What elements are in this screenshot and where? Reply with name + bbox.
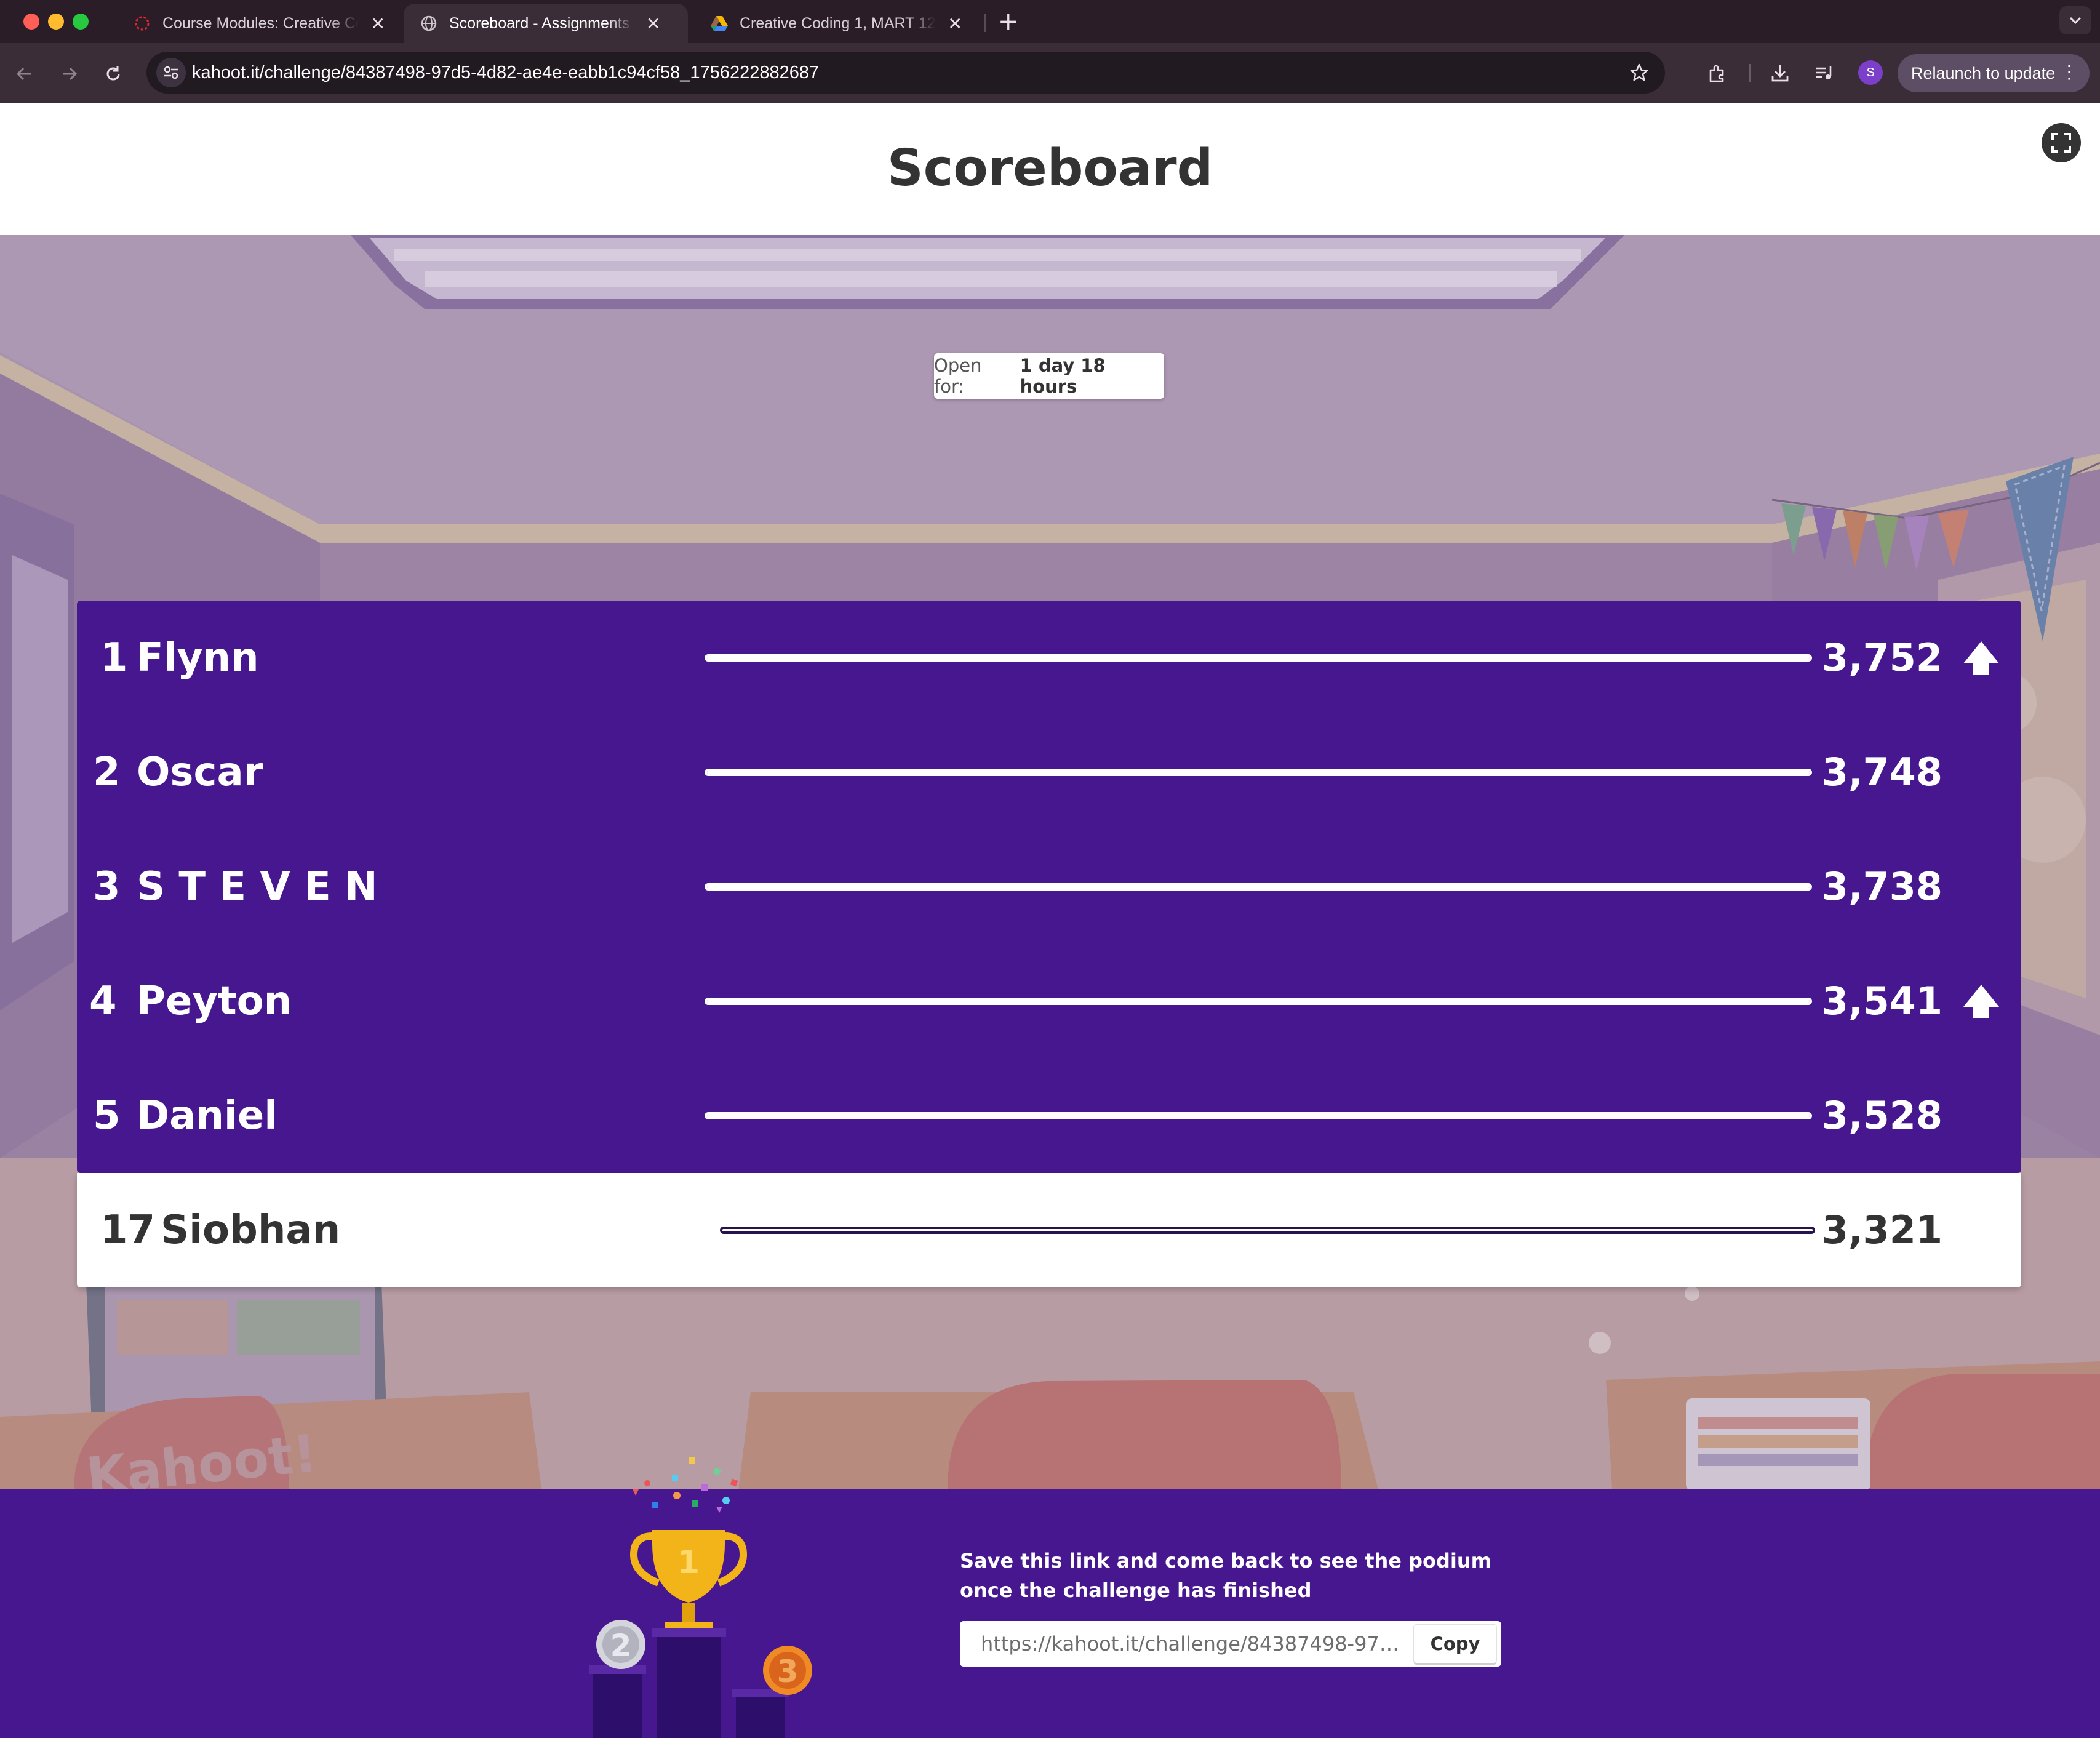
score-bar	[705, 654, 1812, 662]
rank-number: 17	[100, 1207, 156, 1253]
arrow-left-icon	[16, 67, 31, 81]
page-header: Scoreboard	[0, 103, 2100, 235]
score-bar	[720, 1227, 1815, 1234]
share-link-box: Copy	[960, 1621, 1501, 1667]
forward-button[interactable]	[55, 60, 82, 87]
player-score: 3,528	[1821, 1093, 1942, 1138]
arrow-up-icon	[1963, 641, 1999, 675]
close-tab-icon[interactable]: ✕	[948, 14, 962, 34]
reload-button[interactable]	[100, 60, 127, 87]
arrow-right-icon	[63, 67, 78, 81]
toolbar-separator	[1749, 64, 1751, 82]
close-tab-icon[interactable]: ✕	[646, 14, 660, 34]
current-player-row: 17 Siobhan 3,321	[77, 1173, 2021, 1287]
reload-icon	[106, 66, 120, 81]
more-vert-icon[interactable]: ⋮	[2060, 62, 2078, 83]
rank-number: 5	[93, 1093, 121, 1139]
save-link-message: Save this link and come back to see the …	[960, 1549, 1491, 1602]
canvas-logo-icon	[133, 14, 151, 33]
score-bar	[705, 1112, 1812, 1119]
scoreboard-row: 2 Oscar 3,748	[77, 715, 2021, 830]
score-bar	[705, 883, 1812, 891]
tab-course-modules[interactable]: Course Modules: Creative Coding ✕	[117, 4, 401, 43]
google-drive-icon	[710, 14, 729, 33]
rank-number: 4	[89, 979, 117, 1024]
site-settings-icon[interactable]	[156, 58, 186, 87]
podium-label-1: 1	[677, 1544, 700, 1581]
extensions-icon[interactable]	[1702, 58, 1733, 89]
scoreboard-row: 5 Daniel 3,528	[77, 1059, 2021, 1173]
tab-creative-coding[interactable]: Creative Coding 1, MART 120 ✕	[694, 4, 978, 43]
tab-title: Scoreboard - Assignments - Kahoot!	[449, 14, 634, 32]
podium-label-3: 3	[777, 1654, 799, 1689]
tab-separator	[984, 14, 986, 32]
download-icon[interactable]	[1765, 58, 1795, 89]
close-window-button[interactable]	[23, 14, 39, 30]
score-bar	[705, 998, 1812, 1005]
player-score: 3,748	[1821, 750, 1942, 795]
footer-panel: 1 2 3 Save this link and come back to se…	[0, 1457, 2100, 1738]
copy-link-button[interactable]: Copy	[1414, 1625, 1496, 1663]
tab-search-button[interactable]	[2059, 6, 2091, 34]
chevron-down-icon	[2069, 17, 2082, 25]
player-name: Siobhan	[161, 1207, 341, 1253]
relaunch-label: Relaunch to update	[1911, 63, 2056, 82]
player-score: 3,541	[1821, 979, 1942, 1023]
podium-trophy-illustration: 1 2 3	[589, 1457, 812, 1738]
scoreboard-row: 3 S T E V E N 3,738	[77, 830, 2021, 944]
media-controls-icon[interactable]	[1809, 58, 1840, 89]
player-name: Peyton	[137, 979, 292, 1024]
url-text[interactable]: kahoot.it/challenge/84387498-97d5-4d82-a…	[192, 52, 819, 94]
player-name: Oscar	[137, 750, 263, 795]
browser-toolbar: kahoot.it/challenge/84387498-97d5-4d82-a…	[0, 43, 2100, 103]
bookmark-star-icon[interactable]	[1627, 60, 1651, 85]
profile-avatar[interactable]: S	[1858, 60, 1883, 85]
tab-title: Course Modules: Creative Coding	[162, 14, 359, 32]
scoreboard-row: 4 Peyton 3,541	[77, 944, 2021, 1059]
page-title: Scoreboard	[887, 139, 1213, 198]
challenge-link-input[interactable]	[962, 1624, 1405, 1664]
address-bar[interactable]: kahoot.it/challenge/84387498-97d5-4d82-a…	[146, 52, 1665, 94]
tab-title: Creative Coding 1, MART 120	[740, 14, 936, 32]
player-score: 3,321	[1821, 1207, 1942, 1252]
browser-tab-strip: Course Modules: Creative Coding ✕ Scoreb…	[0, 0, 2100, 43]
score-bar	[705, 769, 1812, 776]
close-tab-icon[interactable]: ✕	[371, 14, 385, 34]
rank-number: 3	[93, 864, 121, 910]
scoreboard-row: 1 Flynn 3,752	[77, 601, 2021, 715]
player-name: Daniel	[137, 1093, 278, 1139]
timer-label: Open for:	[934, 355, 982, 397]
back-button[interactable]	[11, 60, 38, 87]
arrow-up-icon	[1963, 985, 1999, 1018]
fullscreen-icon	[2051, 133, 2071, 153]
relaunch-to-update-button[interactable]: Relaunch to update ⋮	[1898, 54, 2090, 92]
player-name: S T E V E N	[137, 864, 378, 910]
player-score: 3,738	[1821, 864, 1942, 909]
rank-number: 2	[93, 750, 121, 795]
zoom-window-button[interactable]	[73, 14, 89, 30]
challenge-timer: Open for: 1 day 18 hours	[934, 353, 1164, 399]
scoreboard: 1 Flynn 3,752 2 Oscar 3,748 3 S T E V E …	[77, 601, 2021, 1287]
globe-icon	[420, 14, 438, 33]
player-score: 3,752	[1821, 635, 1942, 680]
tab-scoreboard[interactable]: Scoreboard - Assignments - Kahoot! ✕	[404, 4, 688, 43]
rank-number: 1	[100, 635, 128, 681]
player-name: Flynn	[137, 635, 259, 681]
new-tab-button[interactable]: +	[998, 7, 1019, 36]
timer-value: 1 day 18 hours	[1020, 355, 1106, 397]
fullscreen-button[interactable]	[2042, 123, 2081, 162]
minimize-window-button[interactable]	[48, 14, 64, 30]
podium-label-2: 2	[610, 1628, 632, 1664]
